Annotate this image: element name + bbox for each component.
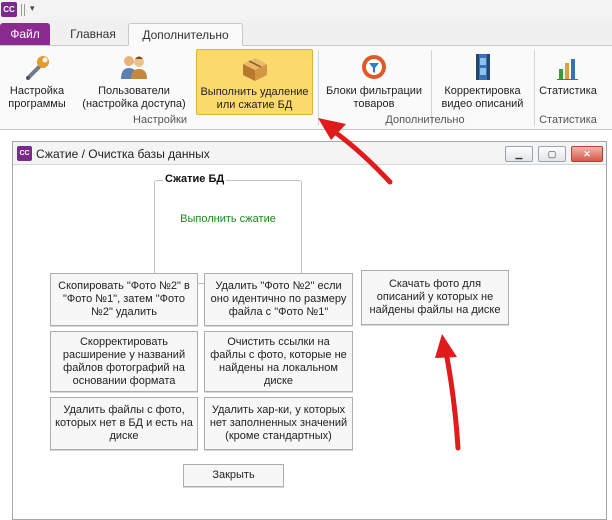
- close-button-label: Закрыть: [212, 469, 255, 481]
- box-icon: [242, 58, 267, 81]
- delete-identical-photo2-label: Удалить "Фото №2" если оно идентично по …: [210, 280, 347, 318]
- clear-missing-photo-links-label: Очистить ссылки на файлы с фото, которые…: [210, 335, 347, 387]
- close-button[interactable]: Закрыть: [183, 464, 284, 487]
- fix-photo-extensions-label: Скорректировать расширение у названий фа…: [62, 335, 186, 387]
- compress-group-box: Сжатие БД Выполнить сжатие: [154, 173, 302, 284]
- tab-file[interactable]: Файл: [0, 23, 50, 45]
- tab-main[interactable]: Главная: [58, 23, 128, 46]
- download-missing-photos-label: Скачать фото для описаний у которых не н…: [369, 278, 501, 316]
- bar-chart-icon: [557, 59, 578, 80]
- customize-toolbar-icon[interactable]: ▾: [30, 3, 35, 14]
- delete-orphan-photo-files-button[interactable]: Удалить файлы с фото, которых нет в БД и…: [50, 397, 198, 450]
- copy-photo2-to-photo1-button[interactable]: Скопировать "Фото №2" в "Фото №1", затем…: [50, 273, 198, 326]
- maximize-button[interactable]: ▢: [538, 146, 566, 162]
- close-window-button[interactable]: ✕: [571, 146, 603, 162]
- window-titlebar[interactable]: CC Сжатие / Очистка базы данных ▁ ▢ ✕: [13, 142, 606, 165]
- compress-group-title: Сжатие БД: [163, 173, 227, 185]
- filter-blocks-button[interactable]: Блоки фильтрации товаров: [322, 49, 426, 115]
- video-correction-button-label: Корректировка видео описаний: [441, 85, 524, 110]
- app-logo: CC: [1, 2, 17, 17]
- compress-db-button[interactable]: Выполнить удаление или сжатие БД: [196, 49, 313, 115]
- settings-button-label: Настройка программы: [8, 85, 66, 110]
- group-divider: [534, 50, 535, 126]
- window-app-icon: CC: [17, 146, 32, 161]
- wrench-icon: [26, 56, 49, 80]
- users-icon: [121, 56, 147, 79]
- minimize-button[interactable]: ▁: [505, 146, 533, 162]
- users-button-label: Пользователи (настройка доступа): [82, 85, 186, 110]
- users-button[interactable]: Пользователи (настройка доступа): [78, 49, 190, 115]
- statistics-button[interactable]: Статистика: [537, 49, 599, 115]
- clear-missing-photo-links-button[interactable]: Очистить ссылки на файлы с фото, которые…: [204, 331, 353, 392]
- group-label-extra: Дополнительно: [385, 114, 465, 126]
- delete-identical-photo2-button[interactable]: Удалить "Фото №2" если оно идентично по …: [204, 273, 353, 326]
- tab-extra[interactable]: Дополнительно: [128, 23, 243, 46]
- quick-access-toolbar: CC ▾: [0, 0, 612, 20]
- group-divider: [318, 50, 319, 126]
- delete-empty-characteristics-button[interactable]: Удалить хар-ки, у которых нет заполненны…: [204, 397, 353, 450]
- run-compress-link[interactable]: Выполнить сжатие: [155, 213, 301, 225]
- filter-blocks-button-label: Блоки фильтрации товаров: [325, 85, 423, 110]
- copy-photo2-to-photo1-label: Скопировать "Фото №2" в "Фото №1", затем…: [58, 280, 190, 318]
- compress-db-window: CC Сжатие / Очистка базы данных ▁ ▢ ✕ Сж…: [12, 141, 607, 520]
- compress-db-button-label: Выполнить удаление или сжатие БД: [200, 86, 309, 111]
- delete-empty-characteristics-label: Удалить хар-ки, у которых нет заполненны…: [209, 404, 348, 442]
- group-label-settings: Настройки: [133, 114, 187, 126]
- download-missing-photos-button[interactable]: Скачать фото для описаний у которых не н…: [361, 270, 509, 325]
- toolbar-divider: [21, 4, 22, 16]
- delete-orphan-photo-files-label: Удалить файлы с фото, которых нет в БД и…: [55, 404, 193, 442]
- ribbon: Настройка программы Пользователи (настро…: [0, 46, 612, 130]
- group-label-statistics: Статистика: [539, 114, 597, 126]
- film-icon: [475, 54, 490, 80]
- toolbar-divider: [24, 4, 25, 16]
- window-title: Сжатие / Очистка базы данных: [36, 147, 210, 161]
- fix-photo-extensions-button[interactable]: Скорректировать расширение у названий фа…: [50, 331, 198, 392]
- settings-button[interactable]: Настройка программы: [2, 49, 72, 115]
- statistics-button-label: Статистика: [539, 85, 597, 97]
- filter-icon: [362, 55, 386, 79]
- ribbon-tabs: Файл Главная Дополнительно: [0, 20, 612, 46]
- video-correction-button[interactable]: Корректировка видео описаний: [435, 49, 530, 115]
